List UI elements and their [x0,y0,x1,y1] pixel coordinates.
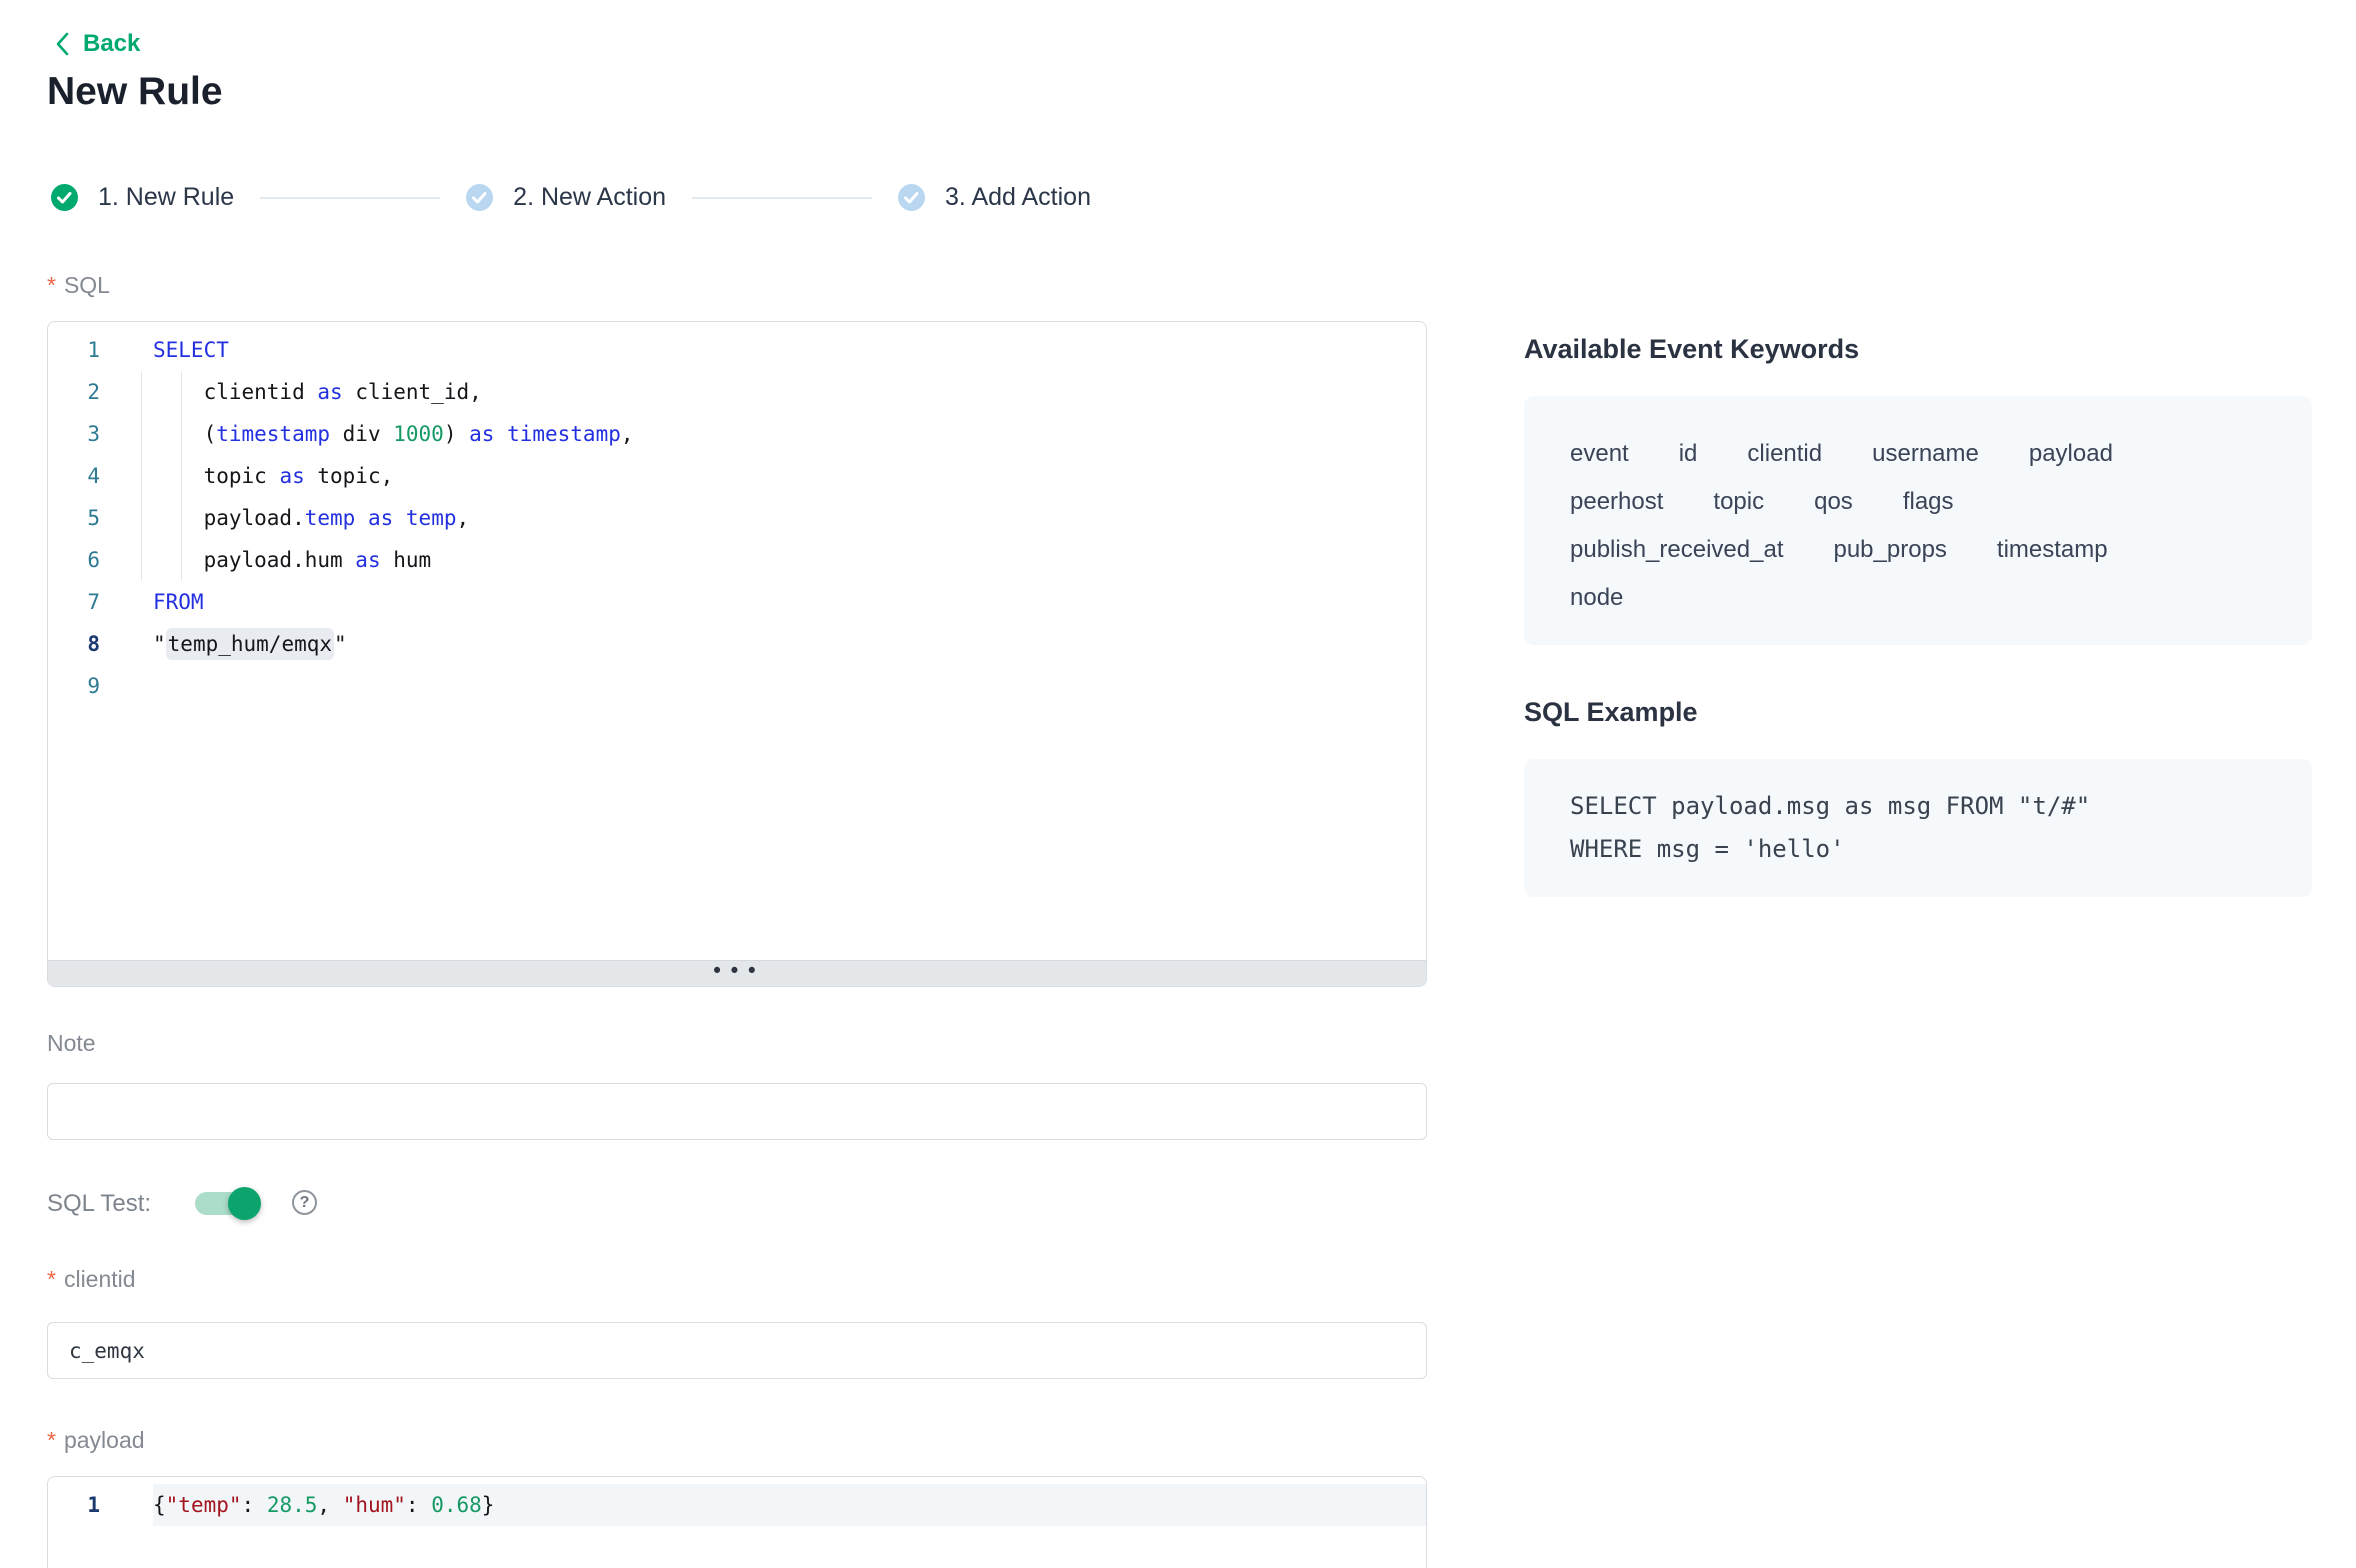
note-field-label: Note [47,1030,96,1057]
sql-example-box: SELECT payload.msg as msg FROM "t/#"WHER… [1524,759,2312,897]
step-add-action[interactable]: 3. Add Action [898,183,1091,212]
page-title: New Rule [47,70,223,114]
wizard-steps: 1. New Rule 2. New Action 3. Add Action [51,183,1091,212]
line-number: 7 [48,581,100,623]
required-asterisk: * [47,272,56,299]
sql-code-editor[interactable]: 1SELECT2 clientid as client_id,3 (timest… [47,321,1427,987]
event-keyword: qos [1814,478,1853,526]
help-icon[interactable]: ? [292,1190,317,1215]
line-number: 4 [48,455,100,497]
required-asterisk: * [47,1427,56,1454]
code-line: 1 SELECT [48,329,1426,371]
event-keyword: timestamp [1997,526,2108,574]
sql-example-line: WHERE msg = 'hello' [1570,828,2266,871]
line-number: 9 [48,665,100,707]
code-line: 9 [48,665,1426,707]
code-line-text: payload.temp as temp, [153,497,1426,539]
code-line: 6 payload.hum as hum [48,539,1426,581]
code-line: 1 {"temp": 28.5, "hum": 0.68} [48,1484,1426,1526]
step-connector [692,197,872,199]
event-keyword: id [1679,430,1698,478]
sql-example-line: SELECT payload.msg as msg FROM "t/#" [1570,785,2266,828]
payload-field-label: * payload [47,1427,145,1454]
step-label: 3. Add Action [945,183,1091,212]
event-keyword: pub_props [1833,526,1946,574]
line-number: 2 [48,371,100,413]
back-label: Back [83,30,140,58]
line-number: 5 [48,497,100,539]
code-line-text: payload.hum as hum [153,539,1426,581]
note-input[interactable] [47,1083,1427,1140]
step-new-rule[interactable]: 1. New Rule [51,183,234,212]
code-line-text: FROM [153,581,1426,623]
line-number: 8 [48,623,100,665]
step-label: 1. New Rule [98,183,234,212]
back-link[interactable]: Back [54,30,140,58]
code-line: 7 FROM [48,581,1426,623]
step-pending-check-icon [898,184,925,211]
payload-code-area[interactable]: 1 {"temp": 28.5, "hum": 0.68} [48,1477,1426,1526]
event-keywords-box: event id clientid username payload peerhost to… [1524,396,2312,645]
event-keyword: username [1872,430,1979,478]
step-connector [260,197,440,199]
event-keyword: node [1570,574,1623,622]
step-pending-check-icon [466,184,493,211]
code-line: 8 "temp_hum/emqx" [48,623,1426,665]
code-line-text [153,665,1426,707]
required-asterisk: * [47,1266,56,1293]
resize-dots-icon: ••• [711,966,763,976]
code-line-text: topic as topic, [153,455,1426,497]
code-line: 3 (timestamp div 1000) as timestamp, [48,413,1426,455]
line-number: 6 [48,539,100,581]
event-keyword: peerhost [1570,478,1663,526]
line-number: 1 [48,329,100,371]
payload-code-editor[interactable]: 1 {"temp": 28.5, "hum": 0.68} [47,1476,1427,1568]
indent-guide [181,371,182,581]
code-line-text: SELECT [153,329,1426,371]
event-keyword: flags [1903,478,1954,526]
clientid-field-label: * clientid [47,1266,136,1293]
step-new-action[interactable]: 2. New Action [466,183,666,212]
sql-field-label: * SQL [47,272,110,299]
event-keyword: publish_received_at [1570,526,1783,574]
sql-example-title: SQL Example [1524,697,1698,728]
editor-resize-handle[interactable]: ••• [48,960,1426,986]
code-line: 5 payload.temp as temp, [48,497,1426,539]
step-done-check-icon [51,184,78,211]
code-line-text: "temp_hum/emqx" [153,623,1426,665]
line-number: 3 [48,413,100,455]
code-line-text: (timestamp div 1000) as timestamp, [153,413,1426,455]
step-label: 2. New Action [513,183,666,212]
sql-test-toggle[interactable] [195,1192,259,1215]
indent-guide [141,371,142,581]
code-line-text: {"temp": 28.5, "hum": 0.68} [153,1484,1426,1526]
code-line: 4 topic as topic, [48,455,1426,497]
event-keyword: payload [2029,430,2113,478]
code-line: 2 clientid as client_id, [48,371,1426,413]
sql-code-area[interactable]: 1SELECT2 clientid as client_id,3 (timest… [48,322,1426,707]
event-keyword: topic [1713,478,1764,526]
line-number: 1 [48,1484,100,1526]
toggle-knob [228,1187,261,1220]
event-keyword: clientid [1747,430,1822,478]
clientid-input[interactable] [47,1322,1427,1379]
chevron-left-icon [54,31,71,57]
event-keyword: event [1570,430,1629,478]
sql-test-label: SQL Test: [47,1190,151,1218]
code-line-text: clientid as client_id, [153,371,1426,413]
event-keywords-title: Available Event Keywords [1524,334,1859,365]
